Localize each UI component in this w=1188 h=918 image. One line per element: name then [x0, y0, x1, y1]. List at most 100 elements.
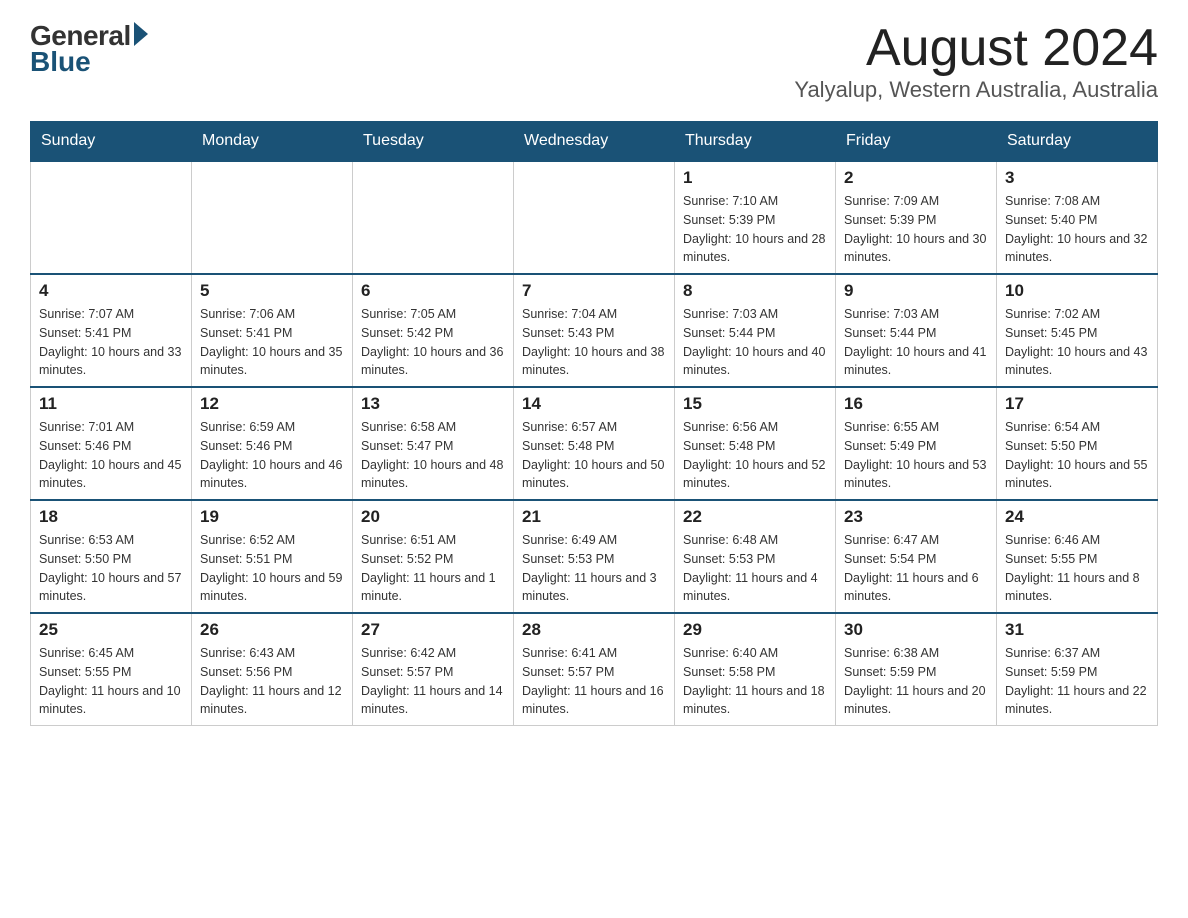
- calendar-cell: 9 Sunrise: 7:03 AMSunset: 5:44 PMDaylight…: [836, 274, 997, 387]
- day-info: Sunrise: 6:40 AMSunset: 5:58 PMDaylight:…: [683, 644, 827, 719]
- day-number: 18: [39, 507, 183, 527]
- calendar-cell: 22 Sunrise: 6:48 AMSunset: 5:53 PMDayligh…: [675, 500, 836, 613]
- day-number: 10: [1005, 281, 1149, 301]
- calendar-header-monday: Monday: [192, 122, 353, 162]
- day-number: 17: [1005, 394, 1149, 414]
- day-info: Sunrise: 6:37 AMSunset: 5:59 PMDaylight:…: [1005, 644, 1149, 719]
- day-info: Sunrise: 6:38 AMSunset: 5:59 PMDaylight:…: [844, 644, 988, 719]
- calendar-cell: 11 Sunrise: 7:01 AMSunset: 5:46 PMDayligh…: [31, 387, 192, 500]
- day-info: Sunrise: 6:58 AMSunset: 5:47 PMDaylight:…: [361, 418, 505, 493]
- calendar-header-sunday: Sunday: [31, 122, 192, 162]
- day-info: Sunrise: 7:01 AMSunset: 5:46 PMDaylight:…: [39, 418, 183, 493]
- day-info: Sunrise: 7:05 AMSunset: 5:42 PMDaylight:…: [361, 305, 505, 380]
- day-info: Sunrise: 6:41 AMSunset: 5:57 PMDaylight:…: [522, 644, 666, 719]
- calendar-cell: 17Sunrise: 6:54 AMSunset: 5:50 PMDayligh…: [997, 387, 1158, 500]
- location-title: Yalyalup, Western Australia, Australia: [794, 77, 1158, 103]
- calendar-week-row: 4Sunrise: 7:07 AMSunset: 5:41 PMDaylight…: [31, 274, 1158, 387]
- calendar-cell: 19 Sunrise: 6:52 AMSunset: 5:51 PMDayligh…: [192, 500, 353, 613]
- day-info: Sunrise: 7:02 AMSunset: 5:45 PMDaylight:…: [1005, 305, 1149, 380]
- calendar-cell: 5Sunrise: 7:06 AMSunset: 5:41 PMDaylight…: [192, 274, 353, 387]
- month-title: August 2024: [794, 20, 1158, 77]
- day-info: Sunrise: 7:04 AMSunset: 5:43 PMDaylight:…: [522, 305, 666, 380]
- day-number: 7: [522, 281, 666, 301]
- day-info: Sunrise: 6:43 AMSunset: 5:56 PMDaylight:…: [200, 644, 344, 719]
- calendar-cell: 24Sunrise: 6:46 AMSunset: 5:55 PMDayligh…: [997, 500, 1158, 613]
- day-info: Sunrise: 7:03 AMSunset: 5:44 PMDaylight:…: [844, 305, 988, 380]
- day-number: 20: [361, 507, 505, 527]
- calendar-cell: 12 Sunrise: 6:59 AMSunset: 5:46 PMDayligh…: [192, 387, 353, 500]
- day-info: Sunrise: 7:03 AMSunset: 5:44 PMDaylight:…: [683, 305, 827, 380]
- calendar-cell: 16 Sunrise: 6:55 AMSunset: 5:49 PMDayligh…: [836, 387, 997, 500]
- day-number: 5: [200, 281, 344, 301]
- day-info: Sunrise: 6:45 AMSunset: 5:55 PMDaylight:…: [39, 644, 183, 719]
- calendar-cell: 18 Sunrise: 6:53 AMSunset: 5:50 PMDayligh…: [31, 500, 192, 613]
- day-number: 29: [683, 620, 827, 640]
- day-number: 3: [1005, 168, 1149, 188]
- day-info: Sunrise: 6:55 AMSunset: 5:49 PMDaylight:…: [844, 418, 988, 493]
- calendar-cell: 23 Sunrise: 6:47 AMSunset: 5:54 PMDayligh…: [836, 500, 997, 613]
- calendar-cell: 6Sunrise: 7:05 AMSunset: 5:42 PMDaylight…: [353, 274, 514, 387]
- calendar-cell: 13 Sunrise: 6:58 AMSunset: 5:47 PMDayligh…: [353, 387, 514, 500]
- calendar-week-row: 25 Sunrise: 6:45 AMSunset: 5:55 PMDayligh…: [31, 613, 1158, 726]
- day-number: 28: [522, 620, 666, 640]
- day-number: 14: [522, 394, 666, 414]
- day-number: 19: [200, 507, 344, 527]
- calendar-cell: 15Sunrise: 6:56 AMSunset: 5:48 PMDayligh…: [675, 387, 836, 500]
- calendar-cell: 20 Sunrise: 6:51 AMSunset: 5:52 PMDayligh…: [353, 500, 514, 613]
- day-info: Sunrise: 6:56 AMSunset: 5:48 PMDaylight:…: [683, 418, 827, 493]
- calendar-cell: 3Sunrise: 7:08 AMSunset: 5:40 PMDaylight…: [997, 161, 1158, 274]
- calendar-header-saturday: Saturday: [997, 122, 1158, 162]
- calendar-cell: 27Sunrise: 6:42 AMSunset: 5:57 PMDayligh…: [353, 613, 514, 726]
- calendar-header-thursday: Thursday: [675, 122, 836, 162]
- day-number: 25: [39, 620, 183, 640]
- day-info: Sunrise: 6:48 AMSunset: 5:53 PMDaylight:…: [683, 531, 827, 606]
- logo: General Blue: [30, 20, 148, 78]
- day-info: Sunrise: 6:59 AMSunset: 5:46 PMDaylight:…: [200, 418, 344, 493]
- day-number: 13: [361, 394, 505, 414]
- page-header: General Blue August 2024 Yalyalup, Weste…: [30, 20, 1158, 103]
- calendar-cell: [31, 161, 192, 274]
- calendar-week-row: 18 Sunrise: 6:53 AMSunset: 5:50 PMDayligh…: [31, 500, 1158, 613]
- calendar-cell: 2Sunrise: 7:09 AMSunset: 5:39 PMDaylight…: [836, 161, 997, 274]
- calendar-cell: 31 Sunrise: 6:37 AMSunset: 5:59 PMDayligh…: [997, 613, 1158, 726]
- day-number: 9: [844, 281, 988, 301]
- day-number: 24: [1005, 507, 1149, 527]
- day-number: 30: [844, 620, 988, 640]
- day-info: Sunrise: 6:51 AMSunset: 5:52 PMDaylight:…: [361, 531, 505, 606]
- day-number: 16: [844, 394, 988, 414]
- title-block: August 2024 Yalyalup, Western Australia,…: [794, 20, 1158, 103]
- calendar-header-friday: Friday: [836, 122, 997, 162]
- day-number: 23: [844, 507, 988, 527]
- day-number: 11: [39, 394, 183, 414]
- calendar-cell: 10 Sunrise: 7:02 AMSunset: 5:45 PMDayligh…: [997, 274, 1158, 387]
- day-info: Sunrise: 6:49 AMSunset: 5:53 PMDaylight:…: [522, 531, 666, 606]
- logo-arrow-icon: [134, 22, 148, 46]
- calendar-cell: 26Sunrise: 6:43 AMSunset: 5:56 PMDayligh…: [192, 613, 353, 726]
- day-number: 31: [1005, 620, 1149, 640]
- calendar-cell: 29 Sunrise: 6:40 AMSunset: 5:58 PMDayligh…: [675, 613, 836, 726]
- calendar-header-wednesday: Wednesday: [514, 122, 675, 162]
- day-info: Sunrise: 6:53 AMSunset: 5:50 PMDaylight:…: [39, 531, 183, 606]
- calendar-cell: 8 Sunrise: 7:03 AMSunset: 5:44 PMDaylight…: [675, 274, 836, 387]
- day-number: 2: [844, 168, 988, 188]
- day-number: 22: [683, 507, 827, 527]
- calendar-week-row: 11 Sunrise: 7:01 AMSunset: 5:46 PMDayligh…: [31, 387, 1158, 500]
- calendar-cell: 7 Sunrise: 7:04 AMSunset: 5:43 PMDaylight…: [514, 274, 675, 387]
- day-number: 21: [522, 507, 666, 527]
- day-number: 27: [361, 620, 505, 640]
- calendar-cell: 14 Sunrise: 6:57 AMSunset: 5:48 PMDayligh…: [514, 387, 675, 500]
- day-number: 12: [200, 394, 344, 414]
- day-info: Sunrise: 6:52 AMSunset: 5:51 PMDaylight:…: [200, 531, 344, 606]
- calendar-header-tuesday: Tuesday: [353, 122, 514, 162]
- calendar-cell: [514, 161, 675, 274]
- calendar-cell: 21 Sunrise: 6:49 AMSunset: 5:53 PMDayligh…: [514, 500, 675, 613]
- day-number: 8: [683, 281, 827, 301]
- calendar-cell: 1Sunrise: 7:10 AMSunset: 5:39 PMDaylight…: [675, 161, 836, 274]
- calendar-cell: 28 Sunrise: 6:41 AMSunset: 5:57 PMDayligh…: [514, 613, 675, 726]
- day-info: Sunrise: 6:47 AMSunset: 5:54 PMDaylight:…: [844, 531, 988, 606]
- day-info: Sunrise: 7:07 AMSunset: 5:41 PMDaylight:…: [39, 305, 183, 380]
- calendar-cell: [192, 161, 353, 274]
- day-info: Sunrise: 6:57 AMSunset: 5:48 PMDaylight:…: [522, 418, 666, 493]
- calendar-week-row: 1Sunrise: 7:10 AMSunset: 5:39 PMDaylight…: [31, 161, 1158, 274]
- day-number: 1: [683, 168, 827, 188]
